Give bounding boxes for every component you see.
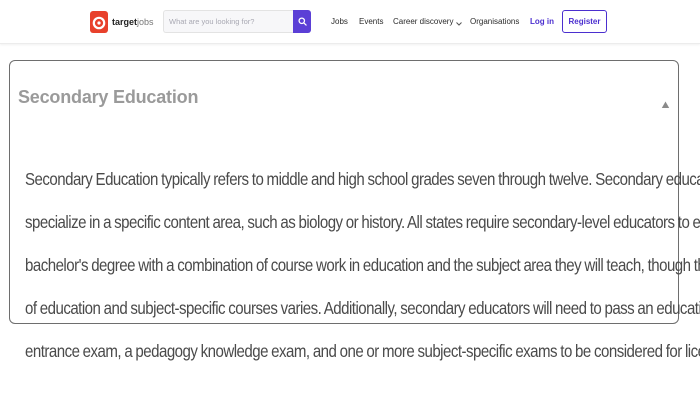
- search-bar: [163, 10, 311, 33]
- logo-suffix: jobs: [137, 17, 154, 27]
- search-icon: [297, 14, 307, 29]
- caret-up-icon[interactable]: [661, 96, 670, 108]
- target-logo-icon: [90, 11, 108, 33]
- nav-jobs[interactable]: Jobs: [331, 10, 348, 33]
- accordion-body: Secondary Education typically refers to …: [25, 158, 700, 373]
- logo-text: targetjobs: [112, 11, 154, 33]
- nav-career-discovery[interactable]: Career discovery: [393, 10, 463, 33]
- logo-brand: target: [112, 17, 138, 27]
- body-line: entrance exam, a pedagogy knowledge exam…: [25, 341, 700, 361]
- nav-career-discovery-label: Career discovery: [393, 17, 454, 26]
- nav-organisations-label: Organisations: [470, 17, 520, 26]
- top-navbar: targetjobs Jobs Events Career discovery: [0, 0, 700, 44]
- page: targetjobs Jobs Events Career discovery: [0, 0, 700, 400]
- body-line: Secondary Education typically refers to …: [25, 169, 700, 189]
- body-line: of education and subject-specific course…: [25, 298, 700, 318]
- body-line: specialize in a specific content area, s…: [25, 212, 700, 232]
- site-logo[interactable]: targetjobs: [90, 11, 154, 33]
- nav-jobs-label: Jobs: [331, 17, 348, 26]
- search-input[interactable]: [163, 10, 293, 33]
- login-link[interactable]: Log in: [530, 10, 554, 33]
- accordion-header[interactable]: Secondary Education: [10, 61, 678, 141]
- nav-organisations[interactable]: Organisations: [470, 10, 519, 33]
- search-button[interactable]: [293, 10, 311, 33]
- accordion-title: Secondary Education: [18, 87, 199, 107]
- chevron-down-icon: [456, 13, 463, 31]
- register-button[interactable]: Register: [562, 10, 607, 33]
- body-line: bachelor's degree with a combination of …: [25, 255, 700, 275]
- nav-events[interactable]: Events: [359, 10, 383, 33]
- nav-events-label: Events: [359, 17, 384, 26]
